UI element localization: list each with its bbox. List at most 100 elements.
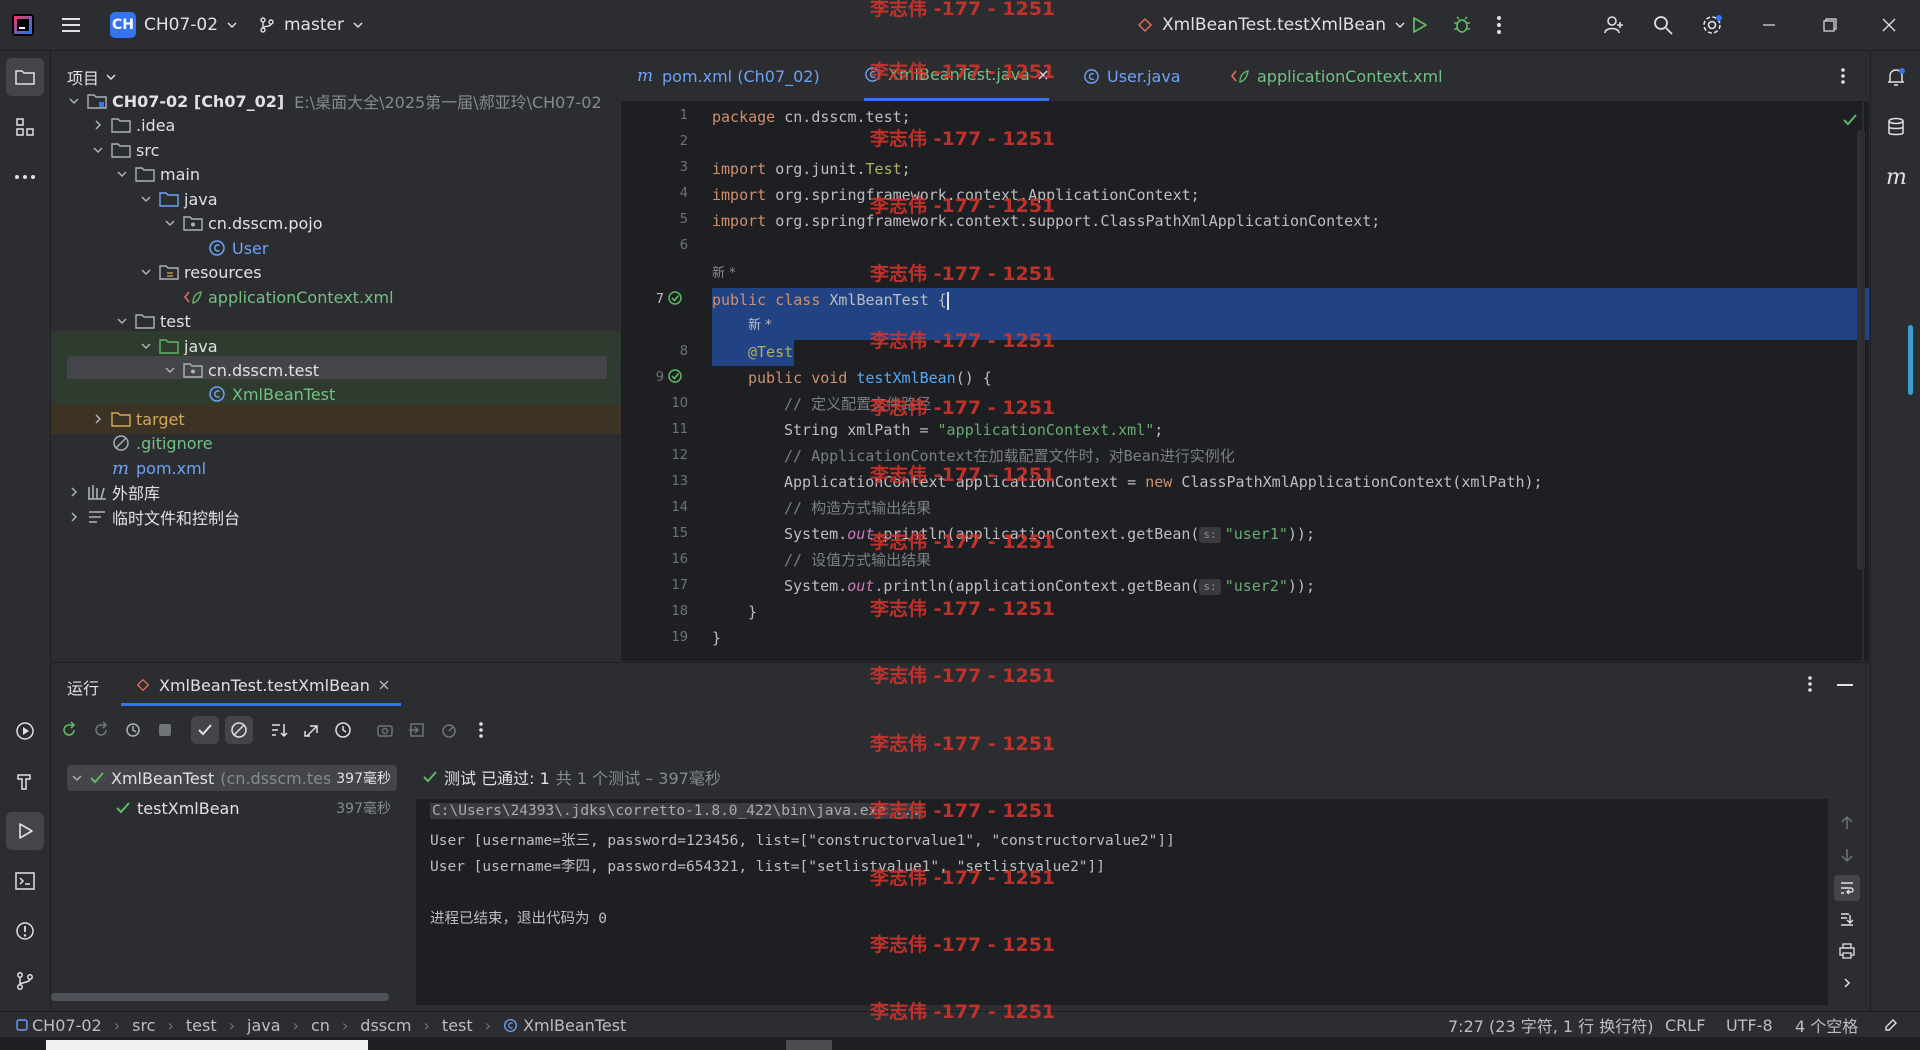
chevron-down-icon[interactable] (113, 312, 131, 330)
chevron-right-icon[interactable] (89, 116, 107, 134)
rerun-failed-icon[interactable] (87, 716, 115, 744)
horizontal-scrollbar[interactable] (51, 993, 389, 1001)
print-icon[interactable] (1839, 943, 1855, 959)
breadcrumb-item[interactable]: XmlBeanTest (523, 1016, 626, 1035)
taskbar-window-preview[interactable] (46, 1040, 368, 1050)
terminal-tool-button[interactable] (6, 862, 44, 900)
tab-more-icon[interactable] (1840, 51, 1846, 101)
coverage-icon[interactable] (435, 716, 463, 744)
tab-xmlbeantest-java[interactable]: XmlBeanTest.java (864, 51, 1049, 101)
git-tool-button[interactable] (6, 962, 44, 1000)
test-row-method[interactable]: testXmlBean 397毫秒 (67, 795, 397, 821)
tab-appcontext-xml[interactable]: applicationContext.xml (1230, 51, 1443, 101)
rerun-icon[interactable] (55, 716, 83, 744)
tab-user-java[interactable]: User.java (1083, 51, 1181, 101)
build-tool-button[interactable] (6, 762, 44, 800)
scroll-to-end-icon[interactable] (1839, 911, 1855, 927)
run-config-selector[interactable]: XmlBeanTest.testXmlBean (1136, 0, 1406, 50)
line-number: 6 (679, 238, 688, 253)
collapse-all-icon[interactable] (297, 716, 325, 744)
chevron-right-icon[interactable] (89, 410, 107, 428)
taskbar-item[interactable] (786, 1040, 832, 1050)
maven-button[interactable]: m (1877, 158, 1915, 196)
hide-panel-icon[interactable] (1837, 683, 1853, 687)
run-test-gutter-icon[interactable] (667, 368, 685, 386)
toggle-auto-test-icon[interactable] (119, 716, 147, 744)
breadcrumb-item[interactable]: CH07-02 (32, 1016, 102, 1035)
console-command-line[interactable]: C:\Users\24393\.jdks\corretto-1.8.0_422\… (430, 803, 923, 819)
author-inlay-hint[interactable]: 新 * (712, 262, 736, 286)
line-separator[interactable]: CRLF (1665, 1012, 1705, 1038)
services-tool-button[interactable] (6, 712, 44, 750)
chevron-down-icon[interactable] (65, 92, 83, 110)
chevron-down-icon[interactable] (71, 772, 83, 784)
more-tools-button[interactable] (6, 158, 44, 196)
close-tab-icon[interactable] (378, 679, 390, 691)
show-passed-toggle[interactable] (191, 716, 219, 744)
branch-selector[interactable]: master (258, 0, 364, 50)
indent-setting[interactable]: 4 个空格 (1795, 1012, 1858, 1038)
tree-label: target (136, 409, 185, 429)
stop-icon[interactable] (151, 716, 179, 744)
minimize-window-icon[interactable] (1762, 0, 1776, 50)
notifications-button[interactable] (1877, 58, 1915, 96)
add-user-icon[interactable] (1602, 0, 1626, 50)
global-scroll-indicator[interactable] (1908, 325, 1913, 395)
project-selector[interactable]: CH CH07-02 (110, 0, 238, 50)
chevron-down-icon[interactable] (161, 361, 179, 379)
soft-wrap-icon[interactable] (1834, 875, 1860, 901)
chevron-down-icon[interactable] (137, 263, 155, 281)
run-test-gutter-icon[interactable] (667, 290, 685, 308)
screenshot-icon[interactable] (371, 716, 399, 744)
run-panel-options-icon[interactable] (1807, 675, 1813, 693)
more-actions-icon[interactable] (467, 716, 495, 744)
run-tool-button[interactable] (6, 812, 44, 850)
settings-gear-icon[interactable] (1700, 0, 1724, 50)
sort-icon[interactable] (265, 716, 293, 744)
code-editor[interactable]: 1 2 3 4 5 6 7 8 9 10 11 12 13 14 15 16 1… (621, 102, 1869, 661)
scroll-up-icon[interactable] (1839, 815, 1855, 831)
chevron-down-icon[interactable] (137, 337, 155, 355)
main-menu-icon[interactable] (60, 0, 82, 50)
problems-tool-button[interactable] (6, 912, 44, 950)
breadcrumb-item[interactable]: cn (311, 1016, 330, 1035)
tree-row-scratches[interactable]: 临时文件和控制台 (51, 502, 634, 532)
breadcrumb-item[interactable]: java (247, 1016, 281, 1035)
search-icon[interactable] (1652, 0, 1674, 50)
more-actions-icon[interactable] (1496, 0, 1502, 50)
file-encoding[interactable]: UTF-8 (1726, 1012, 1773, 1038)
author-inlay-hint[interactable]: 新 * (748, 314, 772, 338)
import-tests-icon[interactable] (403, 716, 431, 744)
show-ignored-toggle[interactable] (225, 716, 253, 744)
chevron-right-icon[interactable] (65, 483, 83, 501)
project-tool-button[interactable] (6, 58, 44, 96)
chevron-down-icon[interactable] (113, 165, 131, 183)
no-problems-check-icon[interactable] (1842, 112, 1858, 128)
chevron-right-icon[interactable] (65, 508, 83, 526)
breadcrumb-item[interactable]: test (186, 1016, 217, 1035)
breadcrumb-item[interactable]: test (442, 1016, 473, 1035)
console-panel[interactable]: 测试 已通过: 1 共 1 个测试 – 397毫秒 C:\Users\24393… (416, 755, 1869, 1005)
test-row-class[interactable]: XmlBeanTest (cn.dsscm.test 397毫秒 (67, 765, 397, 791)
test-history-icon[interactable] (329, 716, 357, 744)
structure-tool-button[interactable] (6, 108, 44, 146)
console-output[interactable]: C:\Users\24393\.jdks\corretto-1.8.0_422\… (416, 799, 1828, 1005)
debug-button[interactable] (1451, 0, 1473, 50)
app-logo-icon[interactable] (10, 0, 36, 50)
breadcrumb-item[interactable]: src (132, 1016, 155, 1035)
caret-position[interactable]: 7:27 (23 字符, 1 行 换行符) (1448, 1012, 1653, 1038)
run-tab[interactable]: XmlBeanTest.testXmlBean (135, 663, 390, 707)
chevron-down-icon[interactable] (161, 214, 179, 232)
scroll-down-icon[interactable] (1839, 847, 1855, 863)
close-tab-icon[interactable] (1037, 69, 1049, 81)
read-only-toggle-icon[interactable] (1883, 1012, 1899, 1038)
breadcrumb-item[interactable]: dsscm (360, 1016, 411, 1035)
chevron-down-icon[interactable] (89, 141, 107, 159)
restore-window-icon[interactable] (1823, 0, 1837, 50)
chevron-down-icon[interactable] (137, 190, 155, 208)
chevron-right-icon[interactable] (1841, 977, 1853, 989)
tab-pom-xml[interactable]: m pom.xml (Ch07_02) (637, 51, 820, 101)
run-button[interactable] (1409, 0, 1429, 50)
database-button[interactable] (1877, 108, 1915, 146)
close-window-icon[interactable] (1882, 0, 1896, 50)
